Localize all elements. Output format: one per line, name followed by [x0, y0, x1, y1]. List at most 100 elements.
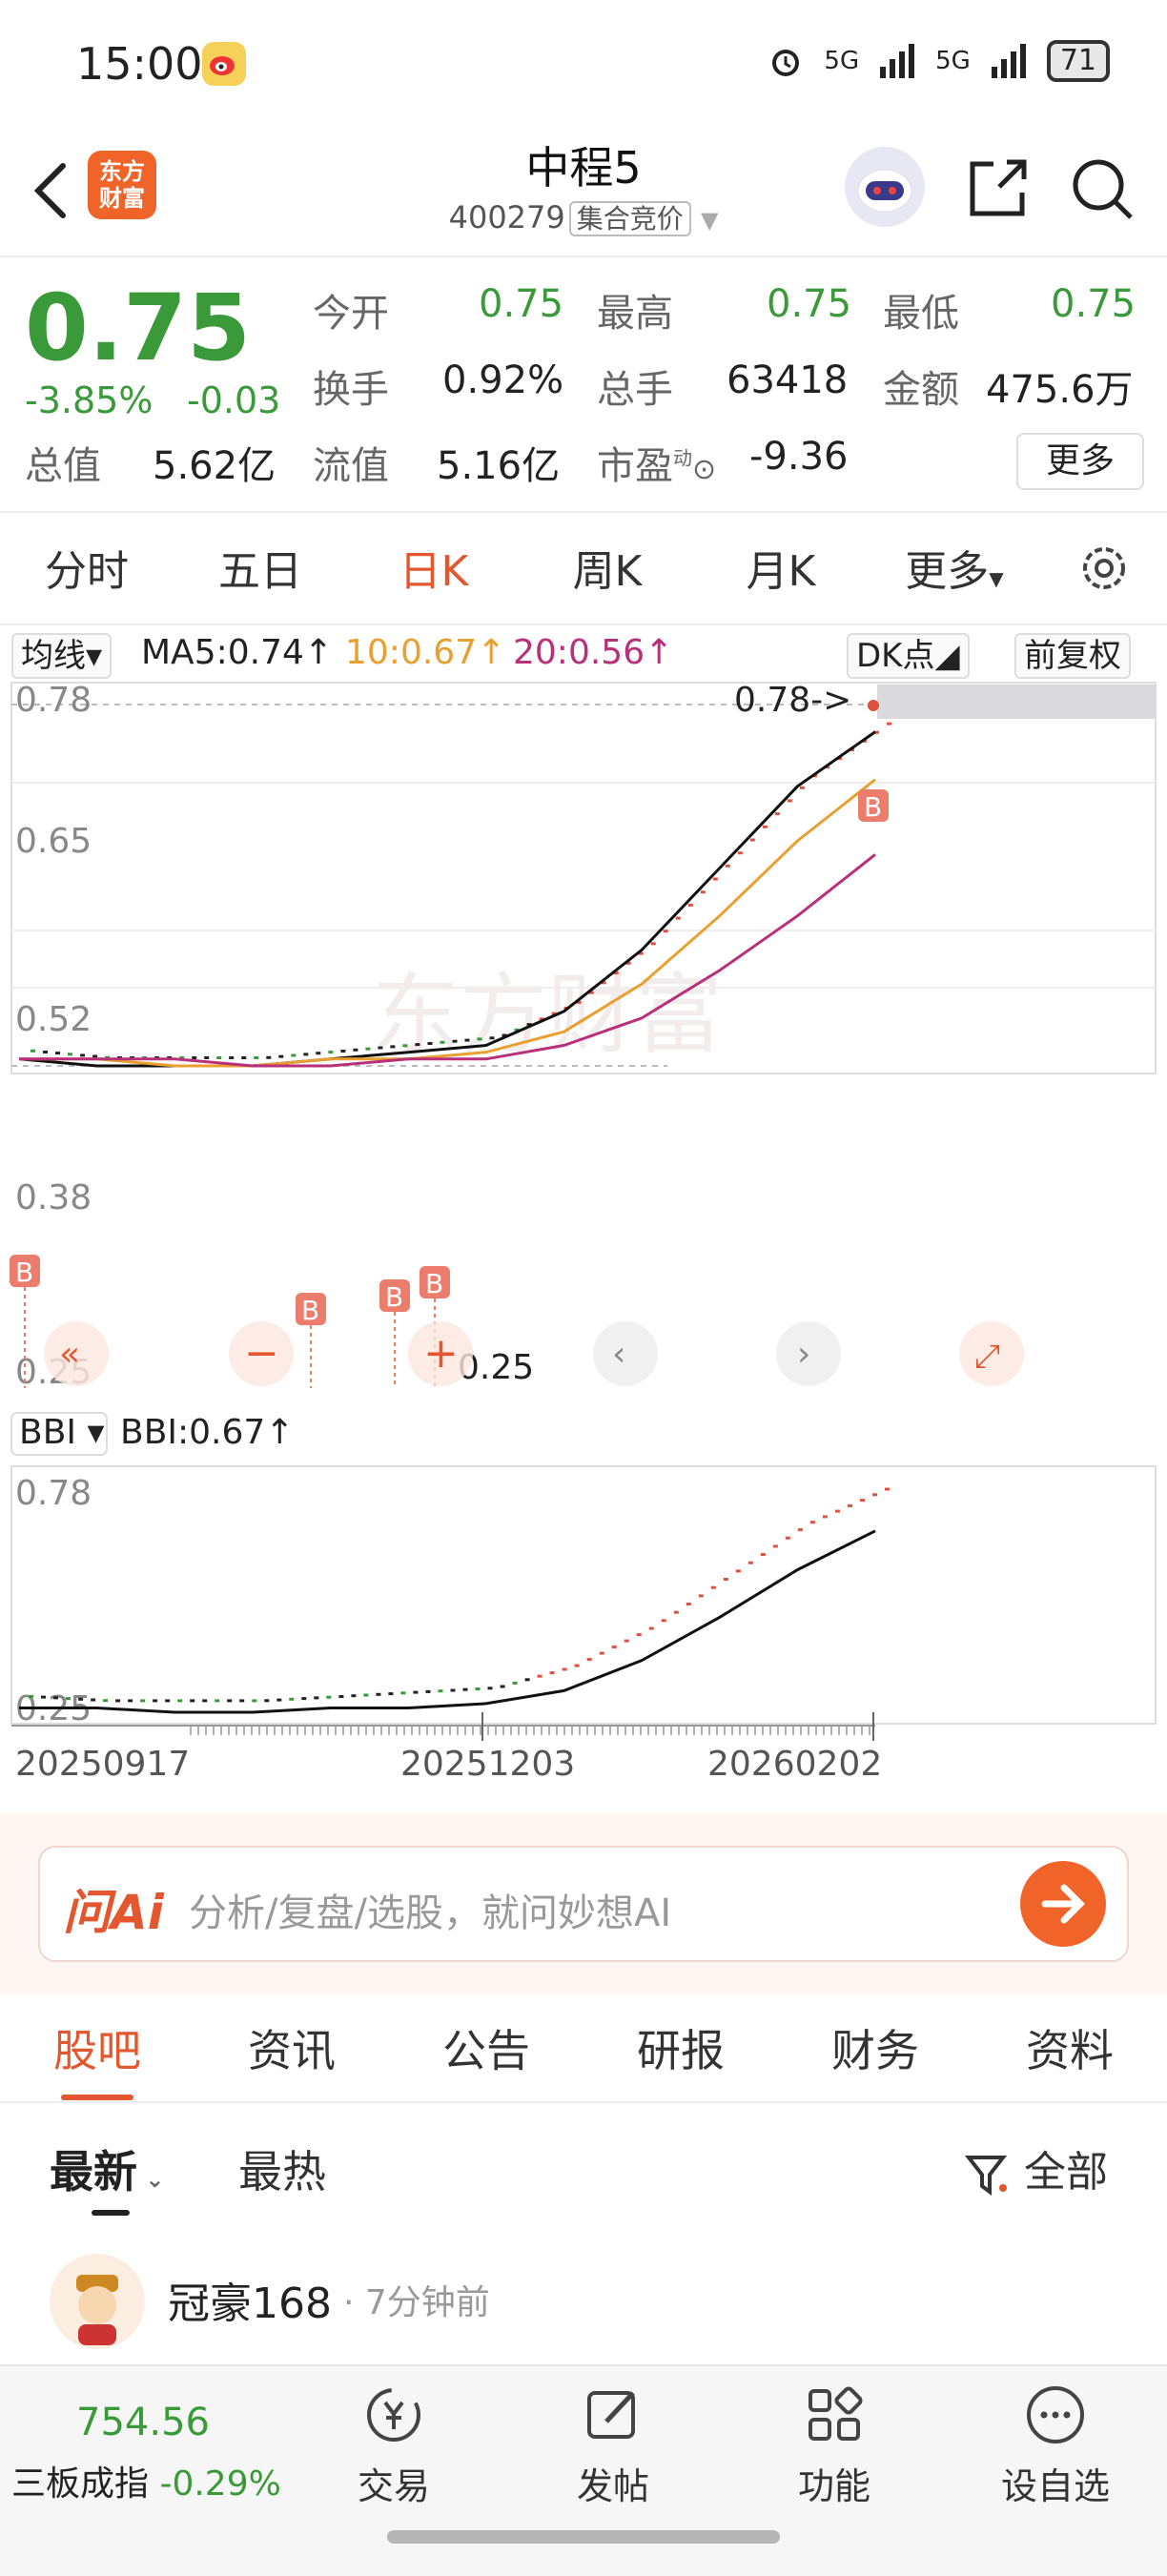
nav-post[interactable]: 发帖: [542, 2382, 685, 2509]
tab-financials[interactable]: 财务: [831, 2016, 919, 2079]
tab-guba[interactable]: 股吧: [53, 2016, 141, 2100]
bbi-bar: [624, 1639, 629, 1643]
nav-watchlist[interactable]: 设自选: [984, 2382, 1127, 2509]
tab-research[interactable]: 研报: [637, 2016, 725, 2079]
high-marker: 0.78->: [734, 681, 851, 720]
tab-intraday[interactable]: 分时: [0, 537, 174, 598]
candle: [427, 1042, 433, 1045]
back-button[interactable]: [23, 153, 80, 229]
candle: [192, 1056, 197, 1059]
search-icon: [1073, 159, 1133, 219]
candle: [452, 1039, 458, 1043]
ai-robot-avatar[interactable]: [845, 147, 925, 227]
bbi-bar: [363, 1693, 369, 1697]
bbi-selector[interactable]: BBI ▾: [19, 1413, 105, 1452]
bbi-bar: [785, 1536, 790, 1540]
open-value: 0.75: [479, 282, 564, 326]
chart-settings-button[interactable]: [1075, 540, 1133, 601]
bbi-bar: [611, 1646, 617, 1649]
bbi-bar: [425, 1689, 431, 1693]
bbi-bar: [636, 1633, 642, 1637]
price-tick: 0.65: [15, 822, 92, 861]
fullscreen-button[interactable]: ⤢: [959, 1321, 1024, 1386]
next-button[interactable]: ›: [776, 1321, 841, 1386]
search-button[interactable]: [1068, 154, 1136, 227]
avatar[interactable]: [50, 2254, 145, 2349]
bbi-bar: [747, 1561, 753, 1564]
bbi-bar: [673, 1610, 679, 1614]
list-item[interactable]: 冠豪168 · 7分钟前: [0, 2240, 1167, 2364]
bbi-bar: [78, 1697, 84, 1701]
bbi-bar: [264, 1699, 270, 1703]
bbi-bar: [438, 1689, 443, 1693]
candle: [799, 786, 805, 789]
sort-hottest[interactable]: 最热: [238, 2137, 326, 2200]
ai-send-button[interactable]: [1020, 1861, 1106, 1947]
status-bar: 15:00 5G 5G 71: [0, 0, 1167, 133]
float-cap-label: 流值: [313, 444, 389, 488]
tab-announcements[interactable]: 公告: [442, 2016, 530, 2079]
share-icon: [970, 159, 1027, 216]
bbi-bar: [549, 1671, 555, 1675]
info-icon: ⊙: [692, 453, 717, 486]
more-dots-icon: [1027, 2386, 1084, 2443]
tab-news[interactable]: 资讯: [248, 2016, 336, 2079]
bbi-bar: [885, 1487, 890, 1491]
candle: [278, 1054, 284, 1058]
share-button[interactable]: [965, 154, 1032, 225]
nav-trade[interactable]: 交易: [322, 2382, 465, 2509]
filter-button[interactable]: 全部: [964, 2137, 1108, 2198]
buy-marker: B: [296, 1293, 326, 1388]
bbi-bar: [338, 1695, 344, 1698]
volume-label: 总手: [597, 368, 673, 412]
ai-input-box[interactable]: 问Ai 分析/复盘/选股，就问妙想AI: [38, 1846, 1129, 1962]
tab-profile[interactable]: 资料: [1026, 2016, 1114, 2079]
bbi-bar: [239, 1699, 245, 1703]
candle: [254, 1056, 259, 1059]
zoom-in-button[interactable]: +: [408, 1321, 473, 1386]
candle: [650, 942, 656, 946]
candle: [216, 1056, 222, 1059]
chevron-down-icon: ⌄: [137, 2166, 165, 2193]
high-label: 最高: [597, 292, 673, 336]
candle: [663, 930, 668, 933]
caret-down-icon: ▼: [989, 567, 1004, 590]
tab-five-day[interactable]: 五日: [174, 537, 347, 598]
battery-icon: 71: [1046, 40, 1110, 82]
bbi-bar: [537, 1674, 543, 1678]
bbi-bar: [586, 1658, 592, 1662]
buy-marker-label: B: [385, 1281, 403, 1313]
index-quote[interactable]: 三板成指 -0.29%: [11, 2456, 281, 2505]
market-cap-label: 总值: [25, 444, 101, 488]
quote-panel: 0.75 -3.85% -0.03 今开 0.75 最高 0.75 最低 0.7…: [0, 256, 1167, 513]
bbi-bar: [524, 1678, 530, 1682]
nav-functions[interactable]: 功能: [763, 2382, 906, 2509]
post-author[interactable]: 冠豪168: [168, 2269, 332, 2330]
scroll-left-button[interactable]: «: [44, 1321, 109, 1386]
low-value: 0.75: [1051, 282, 1136, 326]
bbi-bar: [153, 1699, 158, 1703]
home-indicator[interactable]: [387, 2530, 780, 2544]
bbi-bar: [487, 1687, 493, 1690]
tab-monthly-k[interactable]: 月K: [694, 537, 868, 598]
network-5g-1: 5G: [824, 47, 860, 75]
bbi-bar: [177, 1699, 183, 1703]
bbi-bar: [289, 1697, 295, 1701]
candle: [762, 825, 768, 828]
sort-row: 最新 ⌄ 最热 全部: [0, 2103, 1167, 2218]
candle: [55, 1052, 60, 1055]
kline-chart[interactable]: 东方财富 0.78 0.65 0.52 0.38 0.25 0.78-> 0.2…: [0, 625, 1167, 1806]
bbi-bar: [599, 1651, 604, 1655]
tab-weekly-k[interactable]: 周K: [521, 537, 694, 598]
candle: [43, 1051, 48, 1053]
prev-button[interactable]: ‹: [593, 1321, 658, 1386]
network-5g-2: 5G: [935, 47, 971, 75]
bbi-bar: [103, 1699, 109, 1703]
tab-daily-k[interactable]: 日K: [347, 537, 521, 598]
more-quote-button[interactable]: 更多: [1016, 433, 1144, 490]
bbi-bar: [500, 1685, 505, 1688]
tab-more[interactable]: 更多▼: [868, 537, 1041, 598]
sort-latest[interactable]: 最新 ⌄: [50, 2137, 164, 2200]
zoom-out-button[interactable]: −: [229, 1321, 294, 1386]
bbi-bar: [227, 1699, 233, 1703]
